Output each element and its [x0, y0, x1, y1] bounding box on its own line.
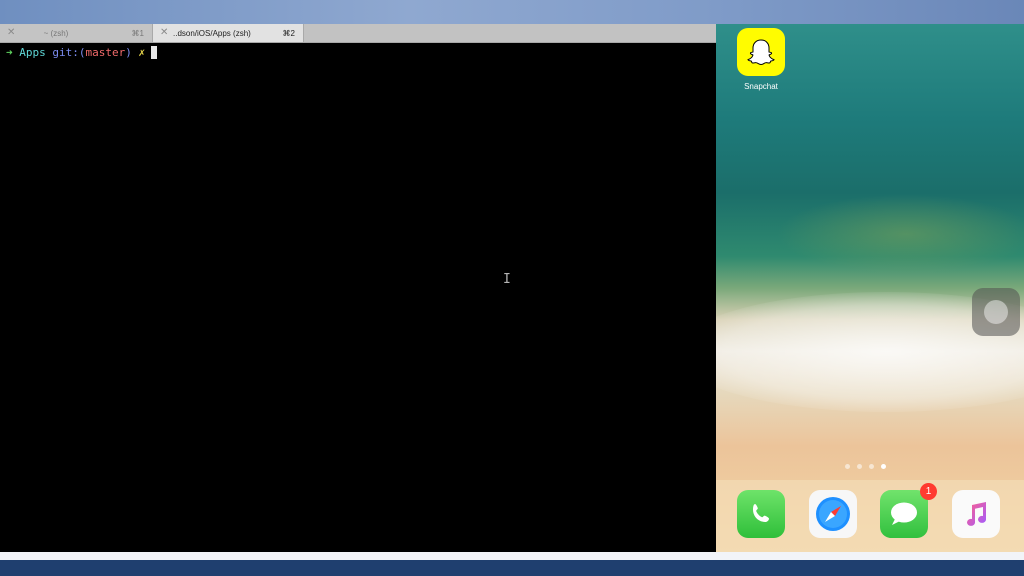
tab-title: ..dson/iOS/Apps (zsh) — [173, 28, 251, 38]
music-note-icon — [967, 502, 987, 526]
desktop-background-bottom — [0, 552, 1024, 576]
terminal-tab-1[interactable]: ✕ ~ (zsh) ⌘1 — [0, 24, 153, 42]
music-app-icon[interactable] — [952, 490, 1000, 538]
snapchat-ghost-icon — [747, 39, 775, 66]
terminal-window[interactable]: ✕ ~ (zsh) ⌘1 ✕ ..dson/iOS/Apps (zsh) ⌘2 … — [0, 24, 716, 552]
prompt-arrow: ➜ — [6, 45, 13, 59]
close-icon[interactable]: ✕ — [160, 24, 168, 42]
phone-icon — [753, 504, 769, 522]
tab-shortcut: ⌘2 — [282, 28, 295, 38]
tab-bar-empty-area — [304, 24, 716, 42]
messages-app-icon[interactable] — [880, 490, 928, 538]
prompt-git-branch: master — [85, 45, 126, 59]
phone-app-icon[interactable] — [737, 490, 785, 538]
terminal-tab-2[interactable]: ✕ ..dson/iOS/Apps (zsh) ⌘2 — [153, 24, 304, 42]
notification-badge: 1 — [920, 483, 937, 500]
terminal-tab-bar: ✕ ~ (zsh) ⌘1 ✕ ..dson/iOS/Apps (zsh) ⌘2 — [0, 24, 716, 43]
page-dot[interactable] — [845, 464, 850, 469]
text-cursor — [151, 45, 158, 59]
ibeam-cursor-icon: I — [503, 272, 511, 287]
shell-prompt[interactable]: ➜ Apps git:(master) ✗ — [6, 45, 158, 59]
prompt-dirty-marker: ✗ — [138, 45, 146, 59]
prompt-directory: Apps — [19, 45, 46, 59]
assistive-touch-icon — [984, 300, 1008, 324]
wallpaper-shallows — [776, 194, 1024, 274]
page-dot[interactable] — [857, 464, 862, 469]
tab-shortcut: ⌘1 — [131, 28, 144, 38]
desktop-background-top — [0, 0, 1024, 24]
ipad-simulator-home-screen[interactable]: Snapchat 1 — [716, 24, 1024, 552]
page-dot-active[interactable] — [881, 464, 886, 469]
prompt-git-suffix: ) — [125, 45, 132, 59]
snapchat-app-icon[interactable] — [737, 28, 785, 76]
safari-compass-icon — [816, 497, 850, 531]
messages-bubble-icon — [891, 502, 917, 525]
assistive-touch-button[interactable] — [972, 288, 1020, 336]
close-icon[interactable]: ✕ — [7, 24, 15, 42]
page-indicator[interactable] — [845, 464, 886, 469]
prompt-git-prefix: git:( — [52, 45, 86, 59]
safari-app-icon[interactable] — [809, 490, 857, 538]
snapchat-app-label: Snapchat — [744, 82, 778, 91]
desktop-bottom-bar — [0, 560, 1024, 576]
page-dot[interactable] — [869, 464, 874, 469]
tab-title: ~ (zsh) — [43, 28, 69, 38]
